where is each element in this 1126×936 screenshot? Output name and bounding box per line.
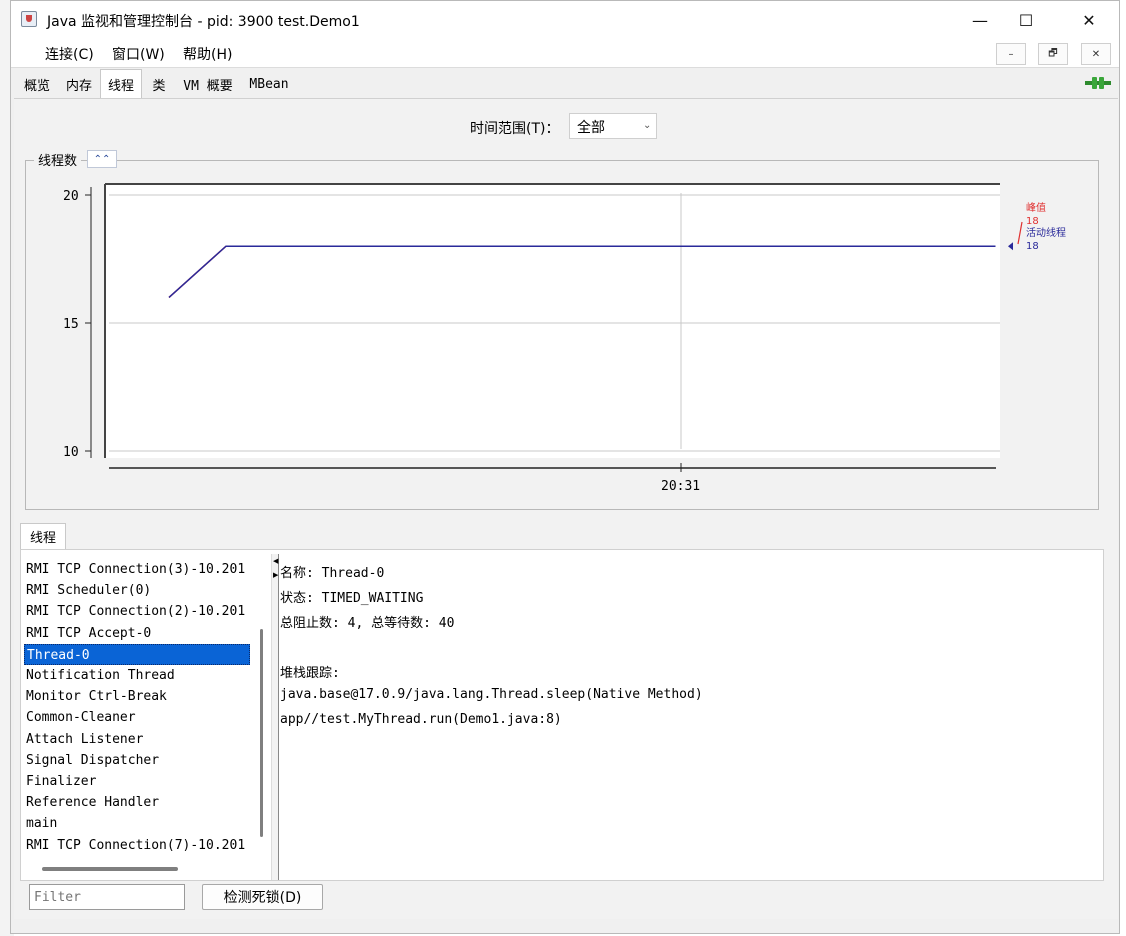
stack-trace-title: 堆栈跟踪: — [280, 666, 340, 681]
y-tick-label: 20 — [63, 189, 79, 204]
thread-list-item[interactable]: main — [24, 813, 250, 834]
collapse-left-arrow-icon[interactable]: ◀ — [273, 557, 278, 565]
thread-list-item[interactable]: Thread-0 — [24, 643, 250, 665]
thread-list-item[interactable]: RMI TCP Connection(3)-10.201 — [24, 559, 250, 580]
thread-list-item[interactable]: Common-Cleaner — [24, 707, 250, 728]
thread-count-chart: 20:31 20 15 10 峰值 18 活动线程 18 — [63, 183, 1066, 494]
thread-detail-text: 名称: Thread-0 状态: TIMED_WAITING 总阻止数: 4, … — [280, 556, 1100, 878]
stack-frame: java.base@17.0.9/java.lang.Thread.sleep(… — [280, 687, 703, 702]
thread-list-item[interactable]: RMI TCP Connection(7)-10.201 — [24, 835, 250, 856]
x-tick-label: 20:31 — [661, 479, 700, 494]
thread-list-item[interactable]: Signal Dispatcher — [24, 750, 250, 771]
thread-list-item[interactable]: RMI TCP Connection(2)-10.201 — [24, 601, 250, 622]
stack-frame: app//test.MyThread.run(Demo1.java:8) — [280, 712, 562, 727]
y-tick-label: 10 — [63, 445, 79, 460]
collapse-right-arrow-icon[interactable]: ▶ — [273, 571, 278, 579]
legend-live-value: 18 — [1026, 241, 1039, 252]
thread-list-item[interactable]: Notification Thread — [24, 665, 250, 686]
live-value-marker-icon — [1008, 242, 1013, 251]
vertical-scrollbar-thumb[interactable] — [260, 629, 263, 837]
thread-list-item[interactable]: Attach Listener — [24, 729, 250, 750]
jconsole-window: Java 监视和管理控制台 - pid: 3900 test.Demo1 — ☐… — [10, 0, 1120, 934]
thread-list-item[interactable]: RMI TCP Accept-0 — [24, 623, 250, 644]
legend-peak-name: 峰值 — [1026, 201, 1046, 214]
thread-list[interactable]: RMI TCP Connection(3)-10.201 RMI Schedule… — [24, 556, 260, 858]
thread-state: 状态: TIMED_WAITING — [280, 591, 424, 606]
thread-list-item[interactable]: Monitor Ctrl-Break — [24, 686, 250, 707]
thread-list-item[interactable]: RMI Scheduler(0) — [24, 580, 250, 601]
detect-deadlock-button[interactable]: 检测死锁(D) — [202, 884, 323, 910]
y-tick-label: 15 — [63, 317, 79, 332]
plot-area — [105, 184, 1000, 458]
tab-thread-list[interactable]: 线程 — [20, 523, 66, 549]
thread-list-item[interactable]: Reference Handler — [24, 792, 250, 813]
peak-value-marker — [1017, 221, 1023, 245]
thread-filter-input[interactable] — [29, 884, 185, 910]
thread-name: 名称: Thread-0 — [280, 566, 385, 581]
legend-peak-value: 18 — [1026, 216, 1039, 227]
thread-block-wait-counts: 总阻止数: 4, 总等待数: 40 — [280, 616, 455, 631]
horizontal-scrollbar-thumb[interactable] — [42, 867, 178, 871]
thread-list-item[interactable]: Finalizer — [24, 771, 250, 792]
split-pane-divider[interactable] — [271, 554, 279, 880]
legend-live-name: 活动线程 — [1026, 226, 1066, 239]
